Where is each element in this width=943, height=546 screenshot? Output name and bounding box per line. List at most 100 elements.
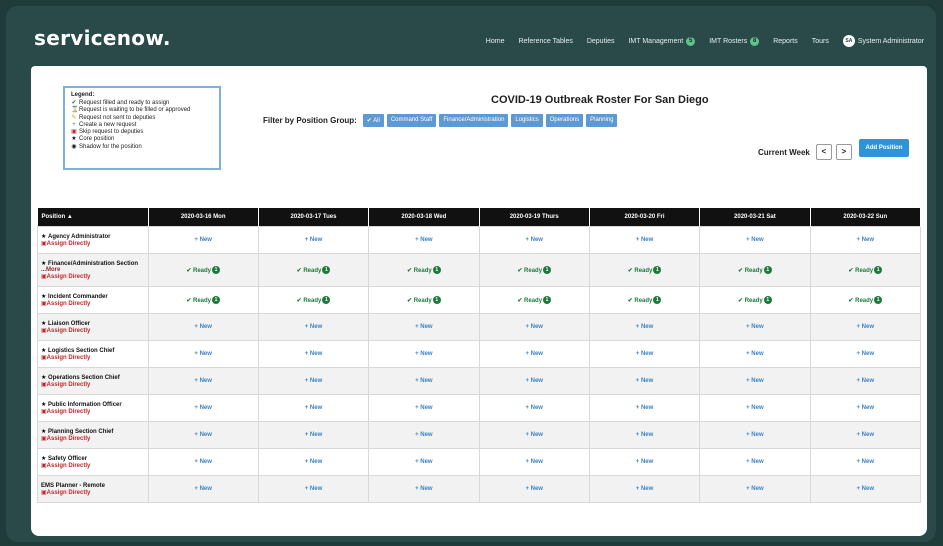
assign-directly-link[interactable]: ▣Assign Directly	[41, 273, 148, 280]
new-request-link[interactable]: + New	[415, 486, 433, 492]
assign-directly-link[interactable]: ▣Assign Directly	[41, 300, 148, 307]
ready-status[interactable]: ✔ Ready 1	[848, 266, 883, 274]
filter-button-finance-administration[interactable]: Finance/Administration	[439, 114, 509, 127]
assign-directly-link[interactable]: ▣Assign Directly	[41, 327, 148, 334]
new-request-link[interactable]: + New	[746, 378, 764, 384]
new-request-link[interactable]: + New	[525, 324, 543, 330]
new-request-link[interactable]: + New	[194, 351, 212, 357]
new-request-link[interactable]: + New	[415, 378, 433, 384]
ready-status[interactable]: ✔ Ready 1	[517, 296, 552, 304]
new-request-link[interactable]: + New	[746, 486, 764, 492]
new-request-link[interactable]: + New	[746, 351, 764, 357]
new-request-link[interactable]: + New	[194, 459, 212, 465]
new-request-link[interactable]: + New	[746, 324, 764, 330]
assign-directly-link[interactable]: ▣Assign Directly	[41, 240, 148, 247]
nav-item-imt-rosters[interactable]: IMT Rosters 8	[709, 36, 760, 46]
next-week-button[interactable]: >	[835, 144, 852, 160]
add-position-button[interactable]: Add Position	[859, 139, 909, 157]
new-request-link[interactable]: + New	[194, 237, 212, 243]
new-request-link[interactable]: + New	[857, 486, 875, 492]
nav-item-reports[interactable]: Reports	[773, 38, 798, 45]
new-request-link[interactable]: + New	[746, 405, 764, 411]
new-request-link[interactable]: + New	[415, 459, 433, 465]
new-request-link[interactable]: + New	[857, 459, 875, 465]
ready-status[interactable]: ✔ Ready 1	[407, 296, 441, 304]
filter-button-logistics[interactable]: Logistics	[511, 114, 543, 127]
new-request-link[interactable]: + New	[194, 432, 212, 438]
filter-button-operations[interactable]: Operations	[545, 114, 584, 127]
new-request-link[interactable]: + New	[415, 405, 433, 411]
new-request-link[interactable]: + New	[636, 378, 654, 384]
ready-status[interactable]: ✔ Ready 1	[628, 296, 662, 304]
new-request-link[interactable]: + New	[857, 405, 875, 411]
new-request-link[interactable]: + New	[636, 459, 654, 465]
servicenow-logo[interactable]: servicenow.	[34, 26, 171, 50]
position-column-header[interactable]: Position ▲	[37, 208, 149, 227]
nav-item-imt-management[interactable]: IMT Management 5	[628, 36, 696, 46]
ready-status[interactable]: ✔ Ready 1	[407, 266, 441, 274]
new-request-link[interactable]: + New	[636, 432, 654, 438]
new-request-link[interactable]: + New	[857, 351, 875, 357]
nav-item-deputies[interactable]: Deputies	[587, 38, 615, 45]
ready-status[interactable]: ✔ Ready 1	[517, 266, 552, 274]
ready-status[interactable]: ✔ Ready 1	[297, 266, 331, 274]
new-request-link[interactable]: + New	[305, 405, 323, 411]
new-request-link[interactable]: + New	[305, 459, 323, 465]
assign-directly-link[interactable]: ▣Assign Directly	[41, 489, 148, 496]
new-request-link[interactable]: + New	[636, 486, 654, 492]
new-request-link[interactable]: + New	[305, 486, 323, 492]
new-request-link[interactable]: + New	[305, 432, 323, 438]
new-request-link[interactable]: + New	[415, 324, 433, 330]
assign-directly-link[interactable]: ▣Assign Directly	[41, 435, 148, 442]
filter-button-all[interactable]: ✔ All	[362, 114, 384, 127]
ready-status[interactable]: ✔ Ready 1	[186, 296, 221, 304]
ready-status[interactable]: ✔ Ready 1	[186, 266, 221, 274]
new-request-link[interactable]: + New	[305, 324, 323, 330]
ready-status[interactable]: ✔ Ready 1	[628, 266, 662, 274]
new-request-link[interactable]: + New	[525, 486, 543, 492]
ready-status[interactable]: ✔ Ready 1	[738, 296, 772, 304]
new-request-link[interactable]: + New	[194, 486, 212, 492]
filter-button-command-staff[interactable]: Command Staff	[386, 114, 437, 127]
new-request-link[interactable]: + New	[194, 378, 212, 384]
new-request-link[interactable]: + New	[746, 237, 764, 243]
ready-status[interactable]: ✔ Ready 1	[297, 296, 331, 304]
ready-status[interactable]: ✔ Ready 1	[848, 296, 883, 304]
new-request-link[interactable]: + New	[525, 237, 543, 243]
new-request-link[interactable]: + New	[525, 405, 543, 411]
user-menu[interactable]: SA System Administrator	[842, 35, 924, 47]
position-name[interactable]: Finance/Administration Section	[48, 261, 138, 267]
nav-item-reference-tables[interactable]: Reference Tables	[518, 38, 572, 45]
new-request-link[interactable]: + New	[636, 324, 654, 330]
new-request-link[interactable]: + New	[194, 324, 212, 330]
new-request-link[interactable]: + New	[305, 378, 323, 384]
new-request-link[interactable]: + New	[194, 405, 212, 411]
assign-directly-link[interactable]: ▣Assign Directly	[41, 381, 148, 388]
new-request-link[interactable]: + New	[636, 237, 654, 243]
new-request-link[interactable]: + New	[857, 432, 875, 438]
position-name[interactable]: EMS Planner - Remote	[41, 483, 105, 489]
new-request-link[interactable]: + New	[305, 351, 323, 357]
new-request-link[interactable]: + New	[857, 324, 875, 330]
new-request-link[interactable]: + New	[525, 351, 543, 357]
assign-directly-link[interactable]: ▣Assign Directly	[41, 354, 148, 361]
new-request-link[interactable]: + New	[857, 237, 875, 243]
new-request-link[interactable]: + New	[525, 459, 543, 465]
new-request-link[interactable]: + New	[857, 378, 875, 384]
filter-button-planning[interactable]: Planning	[586, 114, 618, 127]
new-request-link[interactable]: + New	[415, 351, 433, 357]
new-request-link[interactable]: + New	[305, 237, 323, 243]
new-request-link[interactable]: + New	[746, 459, 764, 465]
assign-directly-link[interactable]: ▣Assign Directly	[41, 408, 148, 415]
previous-week-button[interactable]: <	[815, 144, 832, 160]
nav-item-home[interactable]: Home	[486, 38, 505, 45]
new-request-link[interactable]: + New	[636, 351, 654, 357]
nav-item-tours[interactable]: Tours	[812, 38, 829, 45]
new-request-link[interactable]: + New	[746, 432, 764, 438]
new-request-link[interactable]: + New	[636, 405, 654, 411]
ready-status[interactable]: ✔ Ready 1	[738, 266, 772, 274]
new-request-link[interactable]: + New	[415, 432, 433, 438]
new-request-link[interactable]: + New	[525, 378, 543, 384]
assign-directly-link[interactable]: ▣Assign Directly	[41, 462, 148, 469]
new-request-link[interactable]: + New	[415, 237, 433, 243]
